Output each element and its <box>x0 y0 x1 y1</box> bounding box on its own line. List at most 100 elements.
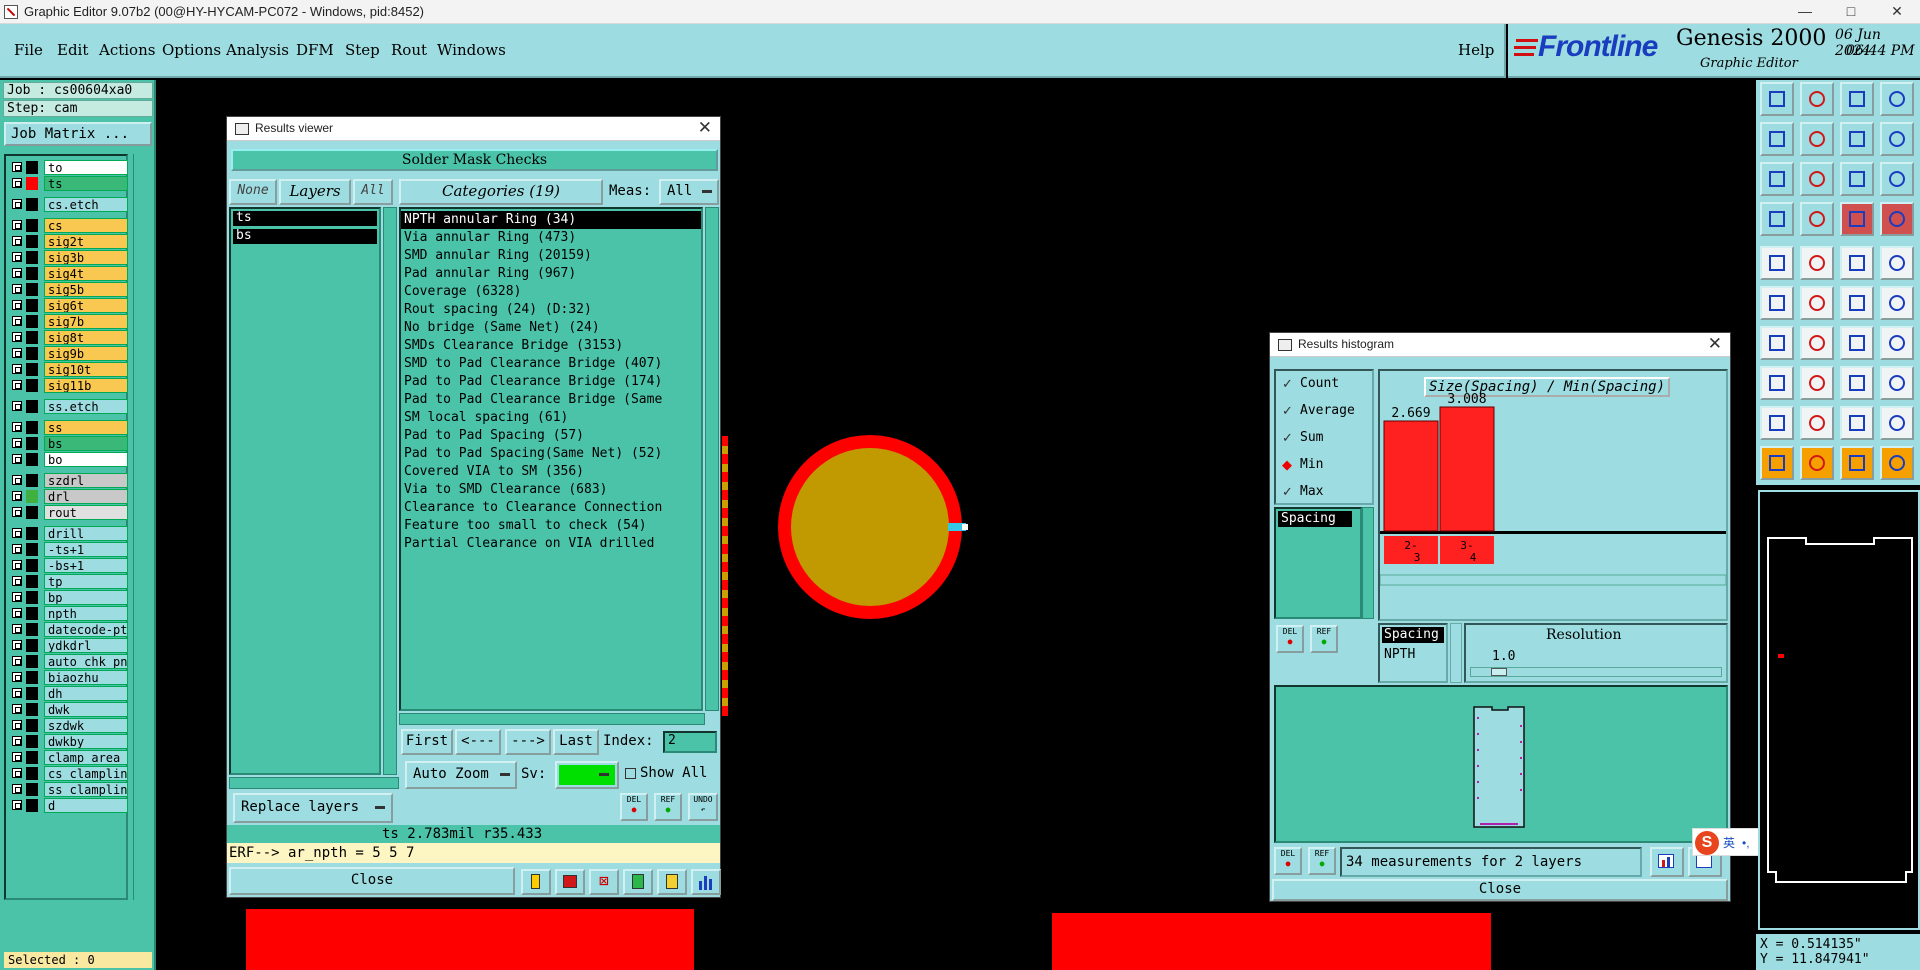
layer-name[interactable]: drill <box>44 526 128 541</box>
snap-left-icon[interactable] <box>1760 122 1794 156</box>
hist-del-button[interactable]: DEL ● <box>1276 625 1304 653</box>
layer-checkbox[interactable] <box>12 422 22 432</box>
pointer-icon[interactable] <box>1800 446 1834 480</box>
layer-row[interactable]: rout <box>10 505 128 520</box>
layer-color-swatch[interactable] <box>26 235 38 248</box>
save-icon[interactable] <box>1800 82 1834 116</box>
layer-row[interactable]: dwk <box>10 702 128 717</box>
viewer-layer-item[interactable]: bs <box>233 229 377 244</box>
sv-color-select[interactable] <box>555 761 619 789</box>
layer-row[interactable]: drl <box>10 489 128 504</box>
nav-first-button[interactable]: First <box>401 729 453 755</box>
layer-row[interactable]: auto_chk_pn. <box>10 654 128 669</box>
layer-name[interactable]: szdrl <box>44 473 128 488</box>
menu-options[interactable]: Options <box>162 41 221 59</box>
layer-checkbox[interactable] <box>12 162 22 172</box>
layer-row[interactable]: cs.etch <box>10 197 128 212</box>
layer-checkbox[interactable] <box>12 624 22 634</box>
layer-checkbox[interactable] <box>12 736 22 746</box>
nav-prev-button[interactable]: <--- <box>455 729 501 755</box>
category-item[interactable]: Partial Clearance on VIA drilled <box>401 535 701 553</box>
replace-layers-select[interactable]: Replace layers <box>233 793 393 823</box>
layer-row[interactable]: tp <box>10 574 128 589</box>
layer-checkbox[interactable] <box>12 438 22 448</box>
zoom-icon[interactable] <box>1800 162 1834 196</box>
layer-list-vscroll[interactable] <box>383 207 397 775</box>
layer-name[interactable]: sig9b <box>44 346 128 361</box>
layer-row[interactable]: clamp_area <box>10 750 128 765</box>
layer-color-swatch[interactable] <box>26 751 38 764</box>
layer-color-swatch[interactable] <box>26 799 38 812</box>
category-item[interactable]: No bridge (Same Net) (24) <box>401 319 701 337</box>
layer-color-swatch[interactable] <box>26 527 38 540</box>
layer-checkbox[interactable] <box>12 592 22 602</box>
layer-row[interactable]: sig4t <box>10 266 128 281</box>
layer-row[interactable]: sig2t <box>10 234 128 249</box>
arrow-icon[interactable] <box>1760 446 1794 480</box>
image-export-icon[interactable] <box>555 869 585 895</box>
layer-checkbox[interactable] <box>12 364 22 374</box>
menu-analysis[interactable]: Analysis <box>226 41 289 59</box>
layer-color-swatch[interactable] <box>26 379 38 392</box>
category-item[interactable]: Pad to Pad Clearance Bridge (174) <box>401 373 701 391</box>
close-window-button[interactable]: ✕ <box>1874 0 1920 24</box>
del-button[interactable]: DEL ● <box>620 793 648 821</box>
layer-list-hscroll[interactable] <box>229 777 399 789</box>
report-icon[interactable] <box>521 869 551 895</box>
layer-color-swatch[interactable] <box>26 671 38 684</box>
nav-next-button[interactable]: ---> <box>505 729 551 755</box>
histogram-bar[interactable] <box>1439 406 1495 532</box>
layer-color-swatch[interactable] <box>26 559 38 572</box>
menu-windows[interactable]: Windows <box>437 41 506 59</box>
layer-row[interactable]: npth <box>10 606 128 621</box>
stat-option-count[interactable]: ✓ Count <box>1280 375 1370 393</box>
connect-icon[interactable] <box>1760 286 1794 320</box>
layer-color-swatch[interactable] <box>26 198 38 211</box>
layer-row[interactable]: sig9b <box>10 346 128 361</box>
layer-row[interactable]: drill <box>10 526 128 541</box>
layer-color-swatch[interactable] <box>26 421 38 434</box>
layer-row[interactable]: ss_clampline <box>10 782 128 797</box>
ime-icon[interactable]: •, <box>1742 834 1750 852</box>
layer-name[interactable]: cs_clampline <box>44 766 128 781</box>
layer-row[interactable]: ss.etch <box>10 399 128 414</box>
menu-rout[interactable]: Rout <box>391 41 427 59</box>
layer-name[interactable]: -bs+1 <box>44 558 128 573</box>
category-item[interactable]: Feature too small to check (54) <box>401 517 701 535</box>
home-icon[interactable] <box>1840 82 1874 116</box>
layer-name[interactable]: auto_chk_pn. <box>44 654 128 669</box>
layer-color-swatch[interactable] <box>26 267 38 280</box>
minimize-button[interactable]: — <box>1782 0 1828 24</box>
layer-color-swatch[interactable] <box>26 161 38 174</box>
layer-checkbox[interactable] <box>12 608 22 618</box>
layer-list-scrollbar[interactable] <box>133 154 153 900</box>
viewer-layer-item[interactable]: ts <box>233 211 377 226</box>
category-item[interactable]: Clearance to Clearance Connection <box>401 499 701 517</box>
category-item[interactable]: Coverage (6328) <box>401 283 701 301</box>
menu-actions[interactable]: Actions <box>99 41 155 59</box>
hist-del-button-2[interactable]: DEL ● <box>1274 847 1302 875</box>
layer-row[interactable]: ydkdrl <box>10 638 128 653</box>
measure-list-scroll[interactable] <box>1362 507 1374 619</box>
layer-name[interactable]: ts <box>44 176 128 191</box>
layer-checkbox[interactable] <box>12 491 22 501</box>
layer-checkbox[interactable] <box>12 199 22 209</box>
job-matrix-button[interactable]: Job Matrix ... <box>4 122 152 146</box>
open-icon[interactable] <box>1760 82 1794 116</box>
scale-icon[interactable] <box>1840 162 1874 196</box>
layer-row[interactable]: dwkby <box>10 734 128 749</box>
layer-row[interactable]: ts <box>10 176 128 191</box>
cross-icon[interactable] <box>1800 286 1834 320</box>
layer-name[interactable]: clamp_area <box>44 750 128 765</box>
layer-color-swatch[interactable] <box>26 783 38 796</box>
layer-name[interactable]: dwkby <box>44 734 128 749</box>
stat-option-max[interactable]: ✓ Max <box>1280 483 1370 501</box>
layer-row[interactable]: datecode-pto <box>10 622 128 637</box>
select-box-icon[interactable] <box>1760 366 1794 400</box>
layer-checkbox[interactable] <box>12 672 22 682</box>
layer-checkbox[interactable] <box>12 475 22 485</box>
layer-row[interactable]: dh <box>10 686 128 701</box>
layer-checkbox[interactable] <box>12 544 22 554</box>
layer-name[interactable]: sig2t <box>44 234 128 249</box>
layer-name[interactable]: sig8t <box>44 330 128 345</box>
